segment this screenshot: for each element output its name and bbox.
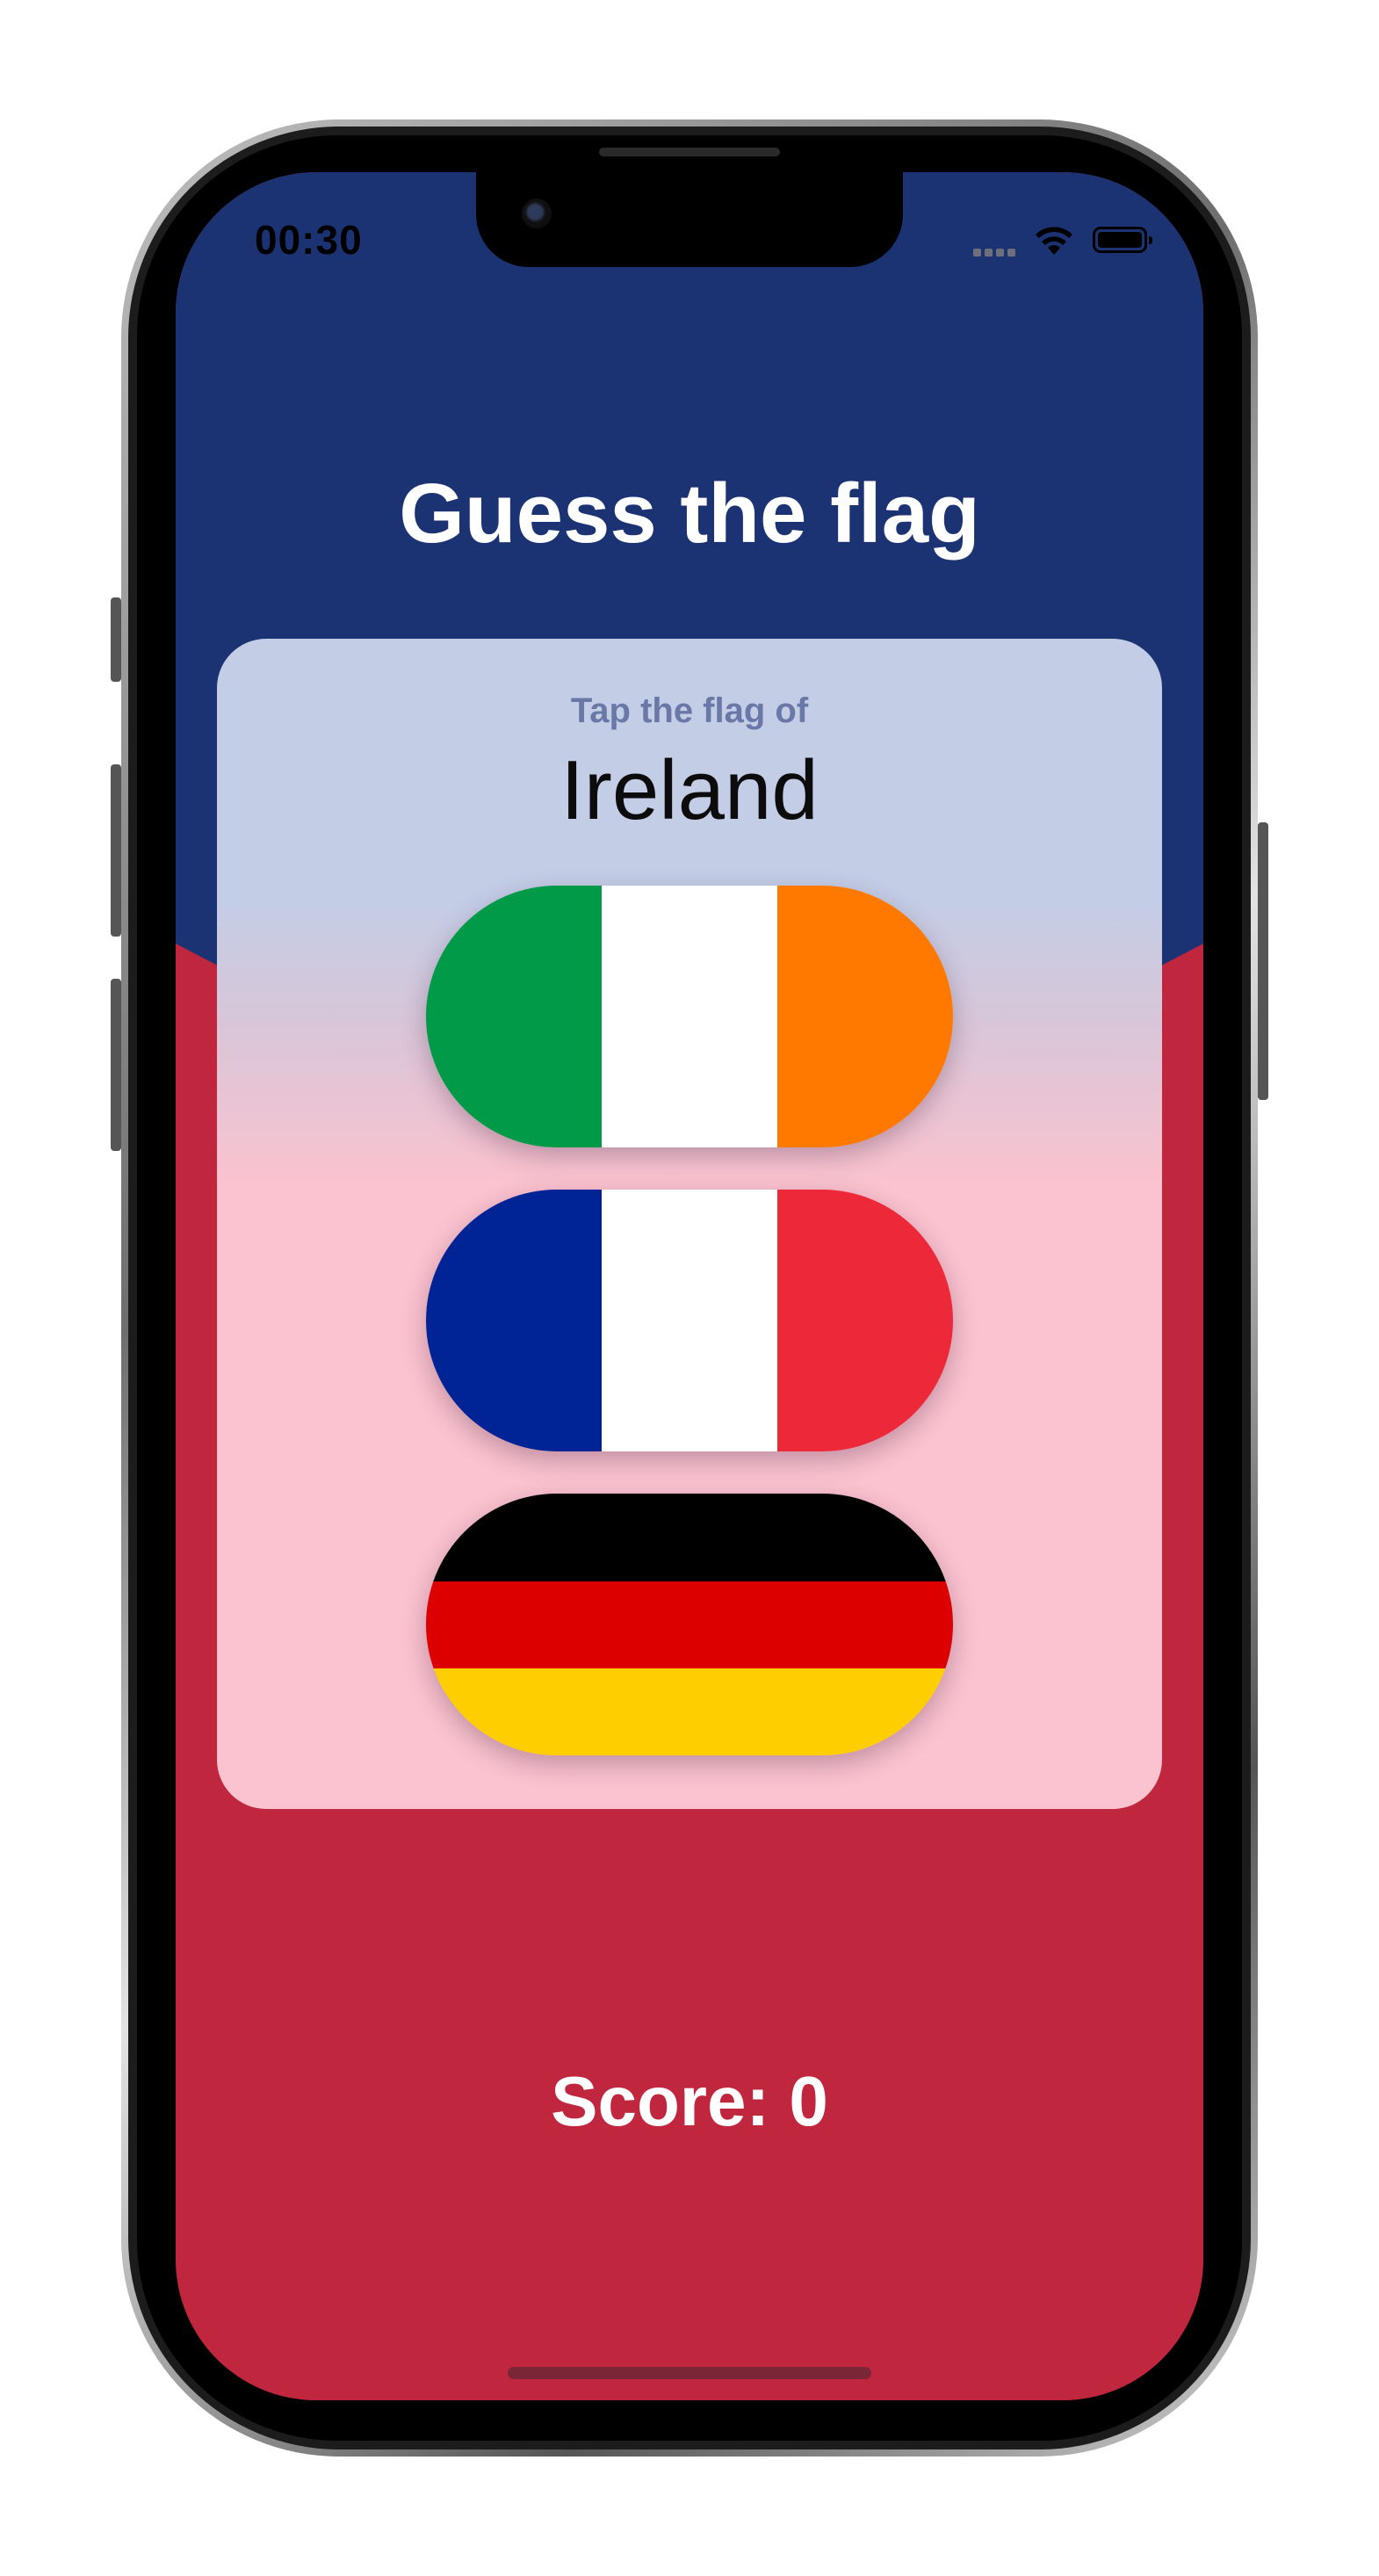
volume-down-button [111, 979, 121, 1151]
flag-stripe [426, 1581, 953, 1668]
flag-stripe [426, 1494, 953, 1581]
page-title: Guess the flag [399, 467, 980, 561]
flag-stripe [602, 886, 777, 1147]
cellular-signal-icon [973, 244, 1017, 257]
battery-icon [1093, 227, 1152, 253]
home-indicator[interactable] [508, 2367, 871, 2379]
volume-up-button [111, 764, 121, 937]
flag-stripe [426, 886, 602, 1147]
score-label: Score: 0 [551, 2062, 828, 2140]
silent-switch [111, 597, 121, 682]
flag-stripe [426, 1190, 602, 1451]
flag-button-france[interactable] [426, 1190, 953, 1451]
status-time: 00:30 [255, 217, 363, 263]
country-name: Ireland [560, 743, 819, 837]
flag-button-ireland[interactable] [426, 886, 953, 1147]
flag-stripe [426, 1668, 953, 1755]
flag-stripe [777, 886, 953, 1147]
wifi-icon [1036, 227, 1072, 255]
flag-button-germany[interactable] [426, 1494, 953, 1755]
front-camera [522, 199, 552, 228]
question-card: Tap the flag of Ireland [217, 639, 1162, 1809]
flag-stripe [777, 1190, 953, 1451]
prompt-label: Tap the flag of [570, 691, 809, 730]
flag-stripe [602, 1190, 777, 1451]
power-button [1258, 822, 1268, 1100]
earpiece-speaker [599, 148, 780, 156]
